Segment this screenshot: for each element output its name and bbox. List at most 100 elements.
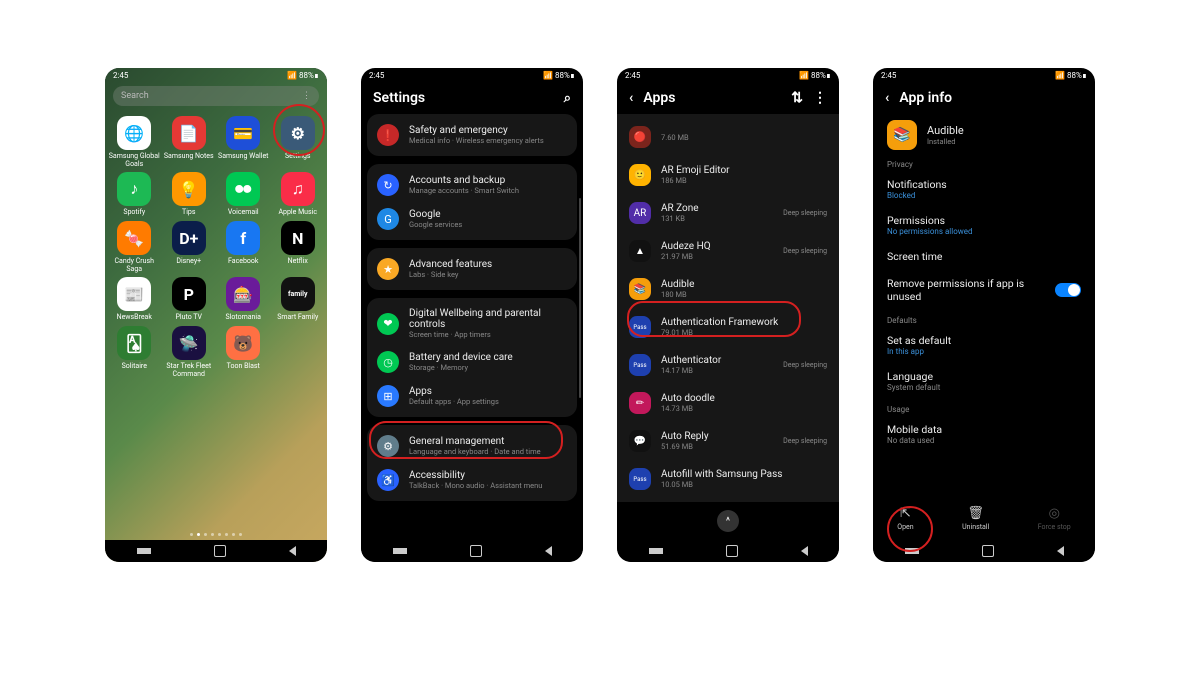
- app-item[interactable]: P Pluto TV: [162, 277, 216, 322]
- row-sub: 14.73 MB: [661, 404, 827, 413]
- app-item[interactable]: ♪Spotify: [107, 172, 161, 217]
- recent-apps-button[interactable]: [905, 548, 919, 554]
- app-label: Netflix: [288, 258, 308, 266]
- sort-filter-icon[interactable]: ⇅: [791, 90, 803, 106]
- app-item[interactable]: 🐻 Toon Blast: [216, 326, 270, 378]
- app-list-row[interactable]: PassAuthenticator14.17 MBDeep sleeping: [617, 346, 839, 384]
- settings-row[interactable]: GGoogleGoogle services: [367, 202, 577, 236]
- settings-row[interactable]: ◷Battery and device careStorage · Memory: [367, 345, 577, 379]
- search-icon[interactable]: ⌕: [564, 91, 571, 106]
- app-icon: ⚙: [281, 116, 315, 150]
- status-icons: 📶 88%∎: [1055, 71, 1087, 80]
- app-list-row[interactable]: ▲Audeze HQ21.97 MBDeep sleeping: [617, 232, 839, 270]
- app-item[interactable]: ⚙Settings: [271, 116, 325, 168]
- app-item[interactable]: familySmart Family: [271, 277, 325, 322]
- back-icon[interactable]: ‹: [885, 90, 889, 106]
- row-set-default[interactable]: Set as default In this app: [873, 327, 1095, 363]
- app-list-row[interactable]: PassAutofill with Samsung Pass10.05 MB: [617, 460, 839, 498]
- row-title: Autofill with Samsung Pass: [661, 469, 827, 480]
- row-title: Accounts and backup: [409, 175, 567, 186]
- stop-icon: ◎: [1049, 506, 1060, 521]
- scrollbar[interactable]: [579, 198, 581, 398]
- back-button[interactable]: [289, 546, 296, 556]
- uninstall-button[interactable]: 🗑 Uninstall: [962, 506, 989, 531]
- back-button[interactable]: [801, 546, 808, 556]
- more-icon[interactable]: ⋮: [302, 91, 311, 101]
- app-item[interactable]: ⏺⏺Voicemail: [216, 172, 270, 217]
- app-list-row[interactable]: 💬Auto Reply51.69 MBDeep sleeping: [617, 422, 839, 460]
- app-item[interactable]: NNetflix: [271, 221, 325, 273]
- app-item[interactable]: 🍬Candy Crush Saga: [107, 221, 161, 273]
- status-bar: 2:45 📶 88%∎: [873, 68, 1095, 82]
- app-label: Slotomania: [226, 314, 261, 322]
- app-icon: 💡: [172, 172, 206, 206]
- app-item[interactable]: 🎰Slotomania: [216, 277, 270, 322]
- settings-row[interactable]: ❗Safety and emergencyMedical info · Wire…: [367, 118, 577, 152]
- row-title: Advanced features: [409, 259, 567, 270]
- settings-row[interactable]: ❤Digital Wellbeing and parental controls…: [367, 302, 577, 345]
- row-notifications[interactable]: Notifications Blocked: [873, 171, 1095, 207]
- back-button[interactable]: [545, 546, 552, 556]
- trash-icon: 🗑: [967, 506, 984, 521]
- status-bar: 2:45 📶 88%∎: [361, 68, 583, 82]
- recent-apps-button[interactable]: [137, 548, 151, 554]
- row-icon: ❗: [377, 124, 399, 146]
- home-button[interactable]: [982, 545, 994, 557]
- row-mobile-data[interactable]: Mobile data No data used: [873, 416, 1095, 452]
- app-icon: 💳: [226, 116, 260, 150]
- app-label: Samsung Global Goals: [107, 153, 161, 168]
- app-item[interactable]: 💳Samsung Wallet: [216, 116, 270, 168]
- row-title: Audible: [661, 279, 827, 290]
- app-item[interactable]: 💡Tips: [162, 172, 216, 217]
- search-input[interactable]: Search ⋮: [113, 86, 319, 106]
- app-label: Pluto TV: [176, 314, 202, 322]
- app-item[interactable]: 📄Samsung Notes: [162, 116, 216, 168]
- home-button[interactable]: [470, 545, 482, 557]
- home-button[interactable]: [214, 545, 226, 557]
- settings-row[interactable]: ★Advanced featuresLabs · Side key: [367, 252, 577, 286]
- page-title: Apps: [643, 90, 675, 106]
- recent-apps-button[interactable]: [649, 548, 663, 554]
- app-icon: P: [172, 277, 206, 311]
- app-list-row[interactable]: PassAuthentication Framework79.01 MB: [617, 308, 839, 346]
- settings-row[interactable]: ⚙General managementLanguage and keyboard…: [367, 429, 577, 463]
- app-list-row[interactable]: 🙂AR Emoji Editor186 MB: [617, 156, 839, 194]
- app-item[interactable]: 🛸Star Trek Fleet Command: [162, 326, 216, 378]
- app-icon: f: [226, 221, 260, 255]
- row-title: AR Emoji Editor: [661, 165, 827, 176]
- app-list-row[interactable]: 🔴7.60 MB: [617, 118, 839, 156]
- force-stop-button[interactable]: ◎ Force stop: [1038, 506, 1071, 531]
- app-list-row[interactable]: ARAR Zone131 KBDeep sleeping: [617, 194, 839, 232]
- more-icon[interactable]: ⋮: [813, 90, 827, 106]
- row-remove-permissions[interactable]: Remove permissions if app is unused: [873, 270, 1095, 310]
- row-title: Battery and device care: [409, 352, 567, 363]
- row-status: Deep sleeping: [783, 361, 827, 369]
- scroll-to-top-button[interactable]: ^: [717, 510, 739, 532]
- app-list-row[interactable]: 📚Audible180 MB: [617, 270, 839, 308]
- settings-row[interactable]: ↻Accounts and backupManage accounts · Sm…: [367, 168, 577, 202]
- row-permissions[interactable]: Permissions No permissions allowed: [873, 207, 1095, 243]
- app-label: Toon Blast: [227, 363, 260, 371]
- app-item[interactable]: 🂡Solitaire: [107, 326, 161, 378]
- row-language[interactable]: Language System default: [873, 363, 1095, 399]
- app-list-row[interactable]: ✏Auto doodle14.73 MB: [617, 384, 839, 422]
- app-item[interactable]: fFacebook: [216, 221, 270, 273]
- recent-apps-button[interactable]: [393, 548, 407, 554]
- open-icon: ⇱: [900, 506, 911, 521]
- settings-row[interactable]: ⊞AppsDefault apps · App settings: [367, 379, 577, 413]
- settings-row[interactable]: ♿AccessibilityTalkBack · Mono audio · As…: [367, 463, 577, 497]
- open-button[interactable]: ⇱ Open: [897, 506, 913, 531]
- section-defaults: Defaults: [873, 310, 1095, 327]
- app-item[interactable]: ♫Apple Music: [271, 172, 325, 217]
- app-item[interactable]: 🌐Samsung Global Goals: [107, 116, 161, 168]
- back-button[interactable]: [1057, 546, 1064, 556]
- app-icon: 🐻: [226, 326, 260, 360]
- home-button[interactable]: [726, 545, 738, 557]
- app-item[interactable]: D+Disney+: [162, 221, 216, 273]
- row-screen-time[interactable]: Screen time: [873, 243, 1095, 270]
- app-item[interactable]: 📰NewsBreak: [107, 277, 161, 322]
- page-title: Settings: [373, 90, 425, 106]
- back-icon[interactable]: ‹: [629, 90, 633, 106]
- row-sub: Labs · Side key: [409, 270, 567, 279]
- toggle-remove-permissions[interactable]: [1055, 283, 1081, 297]
